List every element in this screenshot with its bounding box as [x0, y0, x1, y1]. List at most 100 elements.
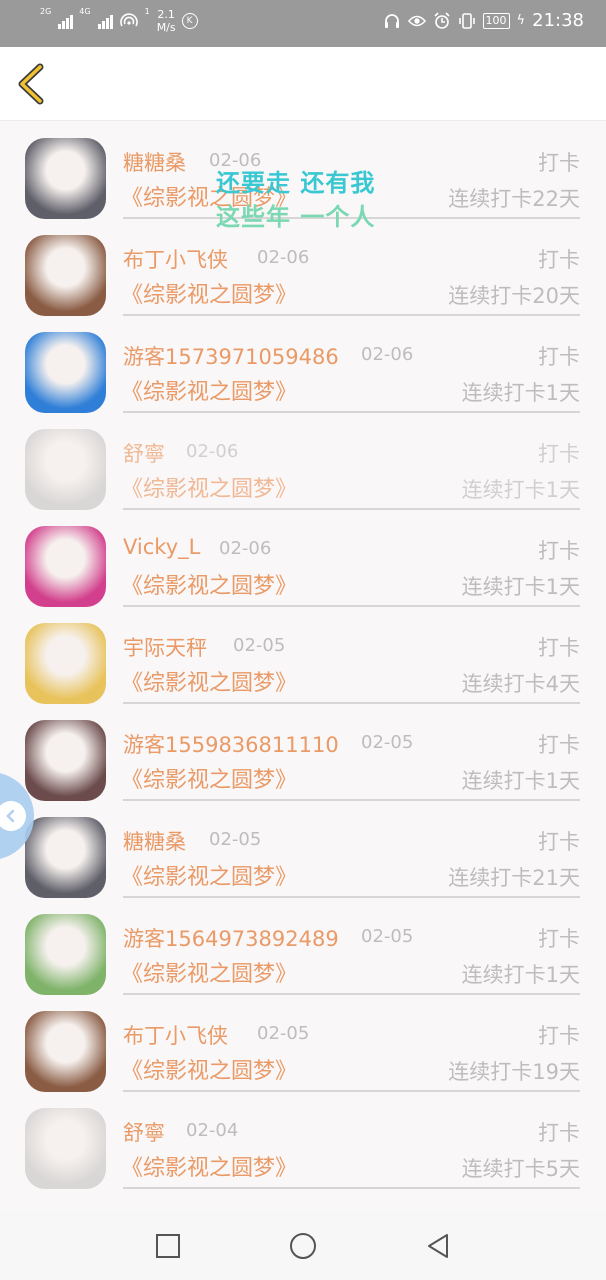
list-item[interactable]: 游客1559836811110 02-05 打卡 《综影视之圆梦》 连续打卡1天	[0, 703, 606, 801]
book-title[interactable]: 《综影视之圆梦》	[121, 1053, 297, 1085]
checkin-streak: 连续打卡22天	[448, 187, 580, 211]
checkin-date: 02-06	[361, 344, 414, 365]
checkin-action-label: 打卡	[538, 1024, 580, 1048]
book-title[interactable]: 《综影视之圆梦》	[121, 665, 297, 697]
checkin-streak: 连续打卡20天	[448, 284, 580, 308]
user-name[interactable]: 游客1564973892489	[123, 923, 339, 953]
avatar[interactable]	[25, 332, 106, 413]
book-title[interactable]: 《综影视之圆梦》	[121, 568, 297, 600]
checkin-streak: 连续打卡21天	[448, 866, 580, 890]
signal-icon-2	[97, 13, 113, 29]
back-chevron-icon[interactable]	[14, 63, 50, 105]
book-title[interactable]: 《综影视之圆梦》	[121, 859, 297, 891]
hotspot-icon	[119, 13, 138, 27]
status-bar: 2G 4G 1 2.1 M/s K 100 ϟ 21:38	[0, 0, 606, 47]
checkin-list[interactable]: 糖糖桑 02-06 打卡 《综影视之圆梦》 连续打卡22天 布丁小飞侠 02-06 打卡 《综影…	[0, 121, 606, 1211]
lyric-line-2: 这些年 一个人	[216, 203, 376, 231]
battery-icon: 100	[482, 12, 510, 29]
checkin-streak: 连续打卡5天	[461, 1157, 580, 1181]
user-name[interactable]: 糖糖桑	[123, 826, 186, 856]
alarm-icon	[433, 11, 450, 29]
checkin-date: 02-06	[219, 538, 272, 559]
user-name[interactable]: Vicky_L	[123, 535, 200, 559]
network-2g-label: 2G	[40, 7, 52, 16]
avatar[interactable]	[25, 720, 106, 801]
checkin-action-label: 打卡	[538, 927, 580, 951]
user-name[interactable]: 宇际天秤	[123, 632, 207, 662]
checkin-streak: 连续打卡1天	[461, 478, 580, 502]
checkin-action-label: 打卡	[538, 1121, 580, 1145]
checkin-action-label: 打卡	[538, 442, 580, 466]
checkin-streak: 连续打卡1天	[461, 575, 580, 599]
checkin-streak: 连续打卡4天	[461, 672, 580, 696]
book-title[interactable]: 《综影视之圆梦》	[121, 1150, 297, 1182]
back-triangle-icon[interactable]	[423, 1231, 453, 1261]
checkin-streak: 连续打卡1天	[461, 381, 580, 405]
clock: 21:38	[532, 10, 584, 31]
checkin-date: 02-06	[257, 247, 310, 268]
checkin-action-label: 打卡	[538, 733, 580, 757]
home-circle-icon[interactable]	[288, 1231, 318, 1261]
avatar[interactable]	[25, 1108, 106, 1189]
checkin-streak: 连续打卡1天	[461, 963, 580, 987]
avatar[interactable]	[25, 914, 106, 995]
checkin-date: 02-04	[186, 1120, 239, 1141]
network-4g-label: 4G	[79, 7, 91, 16]
book-title[interactable]: 《综影视之圆梦》	[121, 374, 297, 406]
signal-icon	[58, 13, 74, 29]
book-title[interactable]: 《综影视之圆梦》	[121, 956, 297, 988]
avatar[interactable]	[25, 429, 106, 510]
book-title[interactable]: 《综影视之圆梦》	[121, 762, 297, 794]
list-item[interactable]: 舒寧 02-04 打卡《综影视之圆梦》 连续打卡5天	[0, 1091, 606, 1189]
checkin-action-label: 打卡	[538, 151, 580, 175]
lyric-overlay: 还要走 还有我 这些年 一个人	[216, 166, 375, 234]
eye-icon	[407, 15, 426, 26]
checkin-streak: 连续打卡1天	[461, 769, 580, 793]
checkin-date: 02-05	[233, 635, 286, 656]
checkin-date: 02-05	[361, 926, 414, 947]
checkin-date: 02-05	[209, 829, 262, 850]
avatar[interactable]	[25, 1011, 106, 1092]
user-name[interactable]: 布丁小飞侠	[123, 1020, 228, 1050]
checkin-action-label: 打卡	[538, 830, 580, 854]
user-name[interactable]: 游客1559836811110	[123, 729, 339, 759]
list-item[interactable]: 游客1564973892489 02-05 打卡《综影视之圆梦》 连续打卡1天	[0, 897, 606, 995]
header	[0, 47, 606, 121]
book-title[interactable]: 《综影视之圆梦》	[121, 471, 297, 503]
user-name[interactable]: 舒寧	[123, 1117, 165, 1147]
list-item[interactable]: 布丁小飞侠 02-05 打卡 《综影视之圆梦》 连续打卡19天	[0, 994, 606, 1092]
net-speed-value: 2.1	[157, 8, 175, 21]
avatar[interactable]	[25, 526, 106, 607]
list-item[interactable]: 糖糖桑 02-05 打卡《综影视之圆梦》 连续打卡21天	[0, 800, 606, 898]
list-item[interactable]: 游客1573971059486 02-06 打卡《综影视之圆梦》 连续打卡1天	[0, 315, 606, 413]
headphones-icon	[384, 13, 399, 28]
user-name[interactable]: 舒寧	[123, 438, 165, 468]
avatar[interactable]	[25, 138, 106, 219]
checkin-streak: 连续打卡19天	[448, 1060, 580, 1084]
checkin-action-label: 打卡	[538, 636, 580, 660]
user-name[interactable]: 布丁小飞侠	[123, 244, 228, 274]
lyric-line-1: 还要走 还有我	[216, 169, 376, 197]
avatar[interactable]	[25, 235, 106, 316]
charging-icon: ϟ	[516, 13, 526, 28]
avatar[interactable]	[25, 623, 106, 704]
book-title[interactable]: 《综影视之圆梦》	[121, 277, 297, 309]
user-name[interactable]: 糖糖桑	[123, 147, 186, 177]
user-name[interactable]: 游客1573971059486	[123, 341, 339, 371]
chevron-left-icon	[0, 801, 26, 831]
checkin-action-label: 打卡	[538, 539, 580, 563]
hotspot-count: 1	[144, 7, 150, 16]
status-left: 2G 4G 1 2.1 M/s K	[40, 8, 198, 34]
list-item[interactable]: 宇际天秤 02-05 打卡《综影视之圆梦》 连续打卡4天	[0, 606, 606, 704]
k-badge-icon: K	[181, 13, 198, 29]
navigation-bar	[0, 1211, 606, 1280]
checkin-date: 02-06	[186, 441, 239, 462]
avatar[interactable]	[25, 817, 106, 898]
list-item[interactable]: 舒寧 02-06 打卡《综影视之圆梦》 连续打卡1天	[0, 412, 606, 510]
recent-apps-square-icon[interactable]	[153, 1231, 183, 1261]
checkin-action-label: 打卡	[538, 345, 580, 369]
net-speed-unit: M/s	[156, 21, 176, 34]
status-right: 100 ϟ 21:38	[383, 10, 584, 31]
checkin-action-label: 打卡	[538, 248, 580, 272]
list-item[interactable]: Vicky_L 02-06 打卡《综影视之圆梦》 连续打卡1天	[0, 509, 606, 607]
